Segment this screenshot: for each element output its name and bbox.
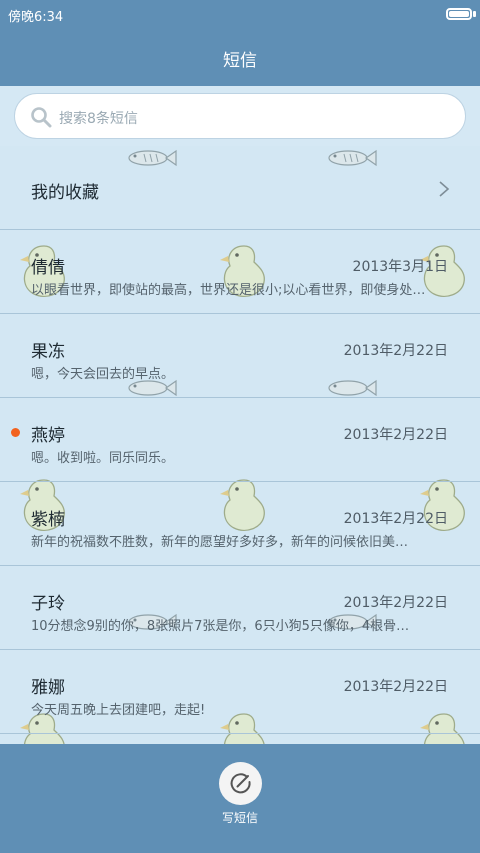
search-bar: 搜索8条短信 [0,86,480,146]
contact-name: 紫楠 [31,510,65,530]
message-preview: 以眼看世界，即使站的最高，世界还是很小;以心看世界，即使身处… [31,283,426,298]
favorites-label: 我的收藏 [31,183,99,203]
title-bar: 短信 [0,28,480,86]
conversation-row[interactable]: 子玲 2013年2月22日 10分想念9别的你，8张照片7张是你，6只小狗5只像… [0,566,480,650]
search-placeholder: 搜索8条短信 [59,111,138,127]
contact-name: 子玲 [31,594,65,614]
message-date: 2013年2月22日 [343,679,448,695]
compose-button[interactable] [219,762,262,805]
battery-tip [473,11,476,17]
message-preview: 10分想念9别的你，8张照片7张是你，6只小狗5只像你，4根骨… [31,619,410,634]
chevron-right-icon [439,181,450,197]
favorites-row[interactable]: 我的收藏 [0,146,480,230]
message-date: 2013年2月22日 [343,595,448,611]
search-input[interactable]: 搜索8条短信 [14,93,466,139]
contact-name: 燕婷 [31,426,65,446]
message-date: 2013年2月22日 [343,343,448,359]
message-date: 2013年3月1日 [352,259,448,275]
search-icon [31,107,52,128]
status-bar: 傍晚6:34 [0,0,480,28]
page-title: 短信 [223,51,257,71]
conversation-row[interactable]: 紫楠 2013年2月22日 新年的祝福数不胜数，新年的愿望好多好多，新年的问候依… [0,482,480,566]
conversation-row[interactable]: 燕婷 2013年2月22日 嗯。收到啦。同乐同乐。 [0,398,480,482]
contact-name: 果冻 [31,342,65,362]
bottom-bar: 写短信 [0,744,480,853]
status-time: 傍晚6:34 [8,10,64,25]
message-preview: 嗯。收到啦。同乐同乐。 [31,451,175,466]
compose-label: 写短信 [221,811,258,825]
conversation-row[interactable]: 雅娜 2013年2月22日 今天周五晚上去团建吧，走起! [0,650,480,734]
conversation-row[interactable]: 果冻 2013年2月22日 嗯，今天会回去的早点。 [0,314,480,398]
message-list[interactable]: 我的收藏 倩倩 2013年3月1日 以眼看世界，即使站的最高，世界还是很小;以心… [0,146,480,744]
message-preview: 新年的祝福数不胜数，新年的愿望好多好多，新年的问候依旧美… [31,535,409,550]
unread-indicator [11,428,20,437]
contact-name: 雅娜 [31,678,65,698]
message-date: 2013年2月22日 [343,511,448,527]
conversation-row[interactable]: 倩倩 2013年3月1日 以眼看世界，即使站的最高，世界还是很小;以心看世界，即… [0,230,480,314]
contact-name: 倩倩 [31,258,65,278]
message-date: 2013年2月22日 [343,427,448,443]
message-preview: 今天周五晚上去团建吧，走起! [31,703,206,718]
battery-icon [446,8,472,20]
message-preview: 嗯，今天会回去的早点。 [31,367,175,382]
compose-icon [230,773,251,794]
